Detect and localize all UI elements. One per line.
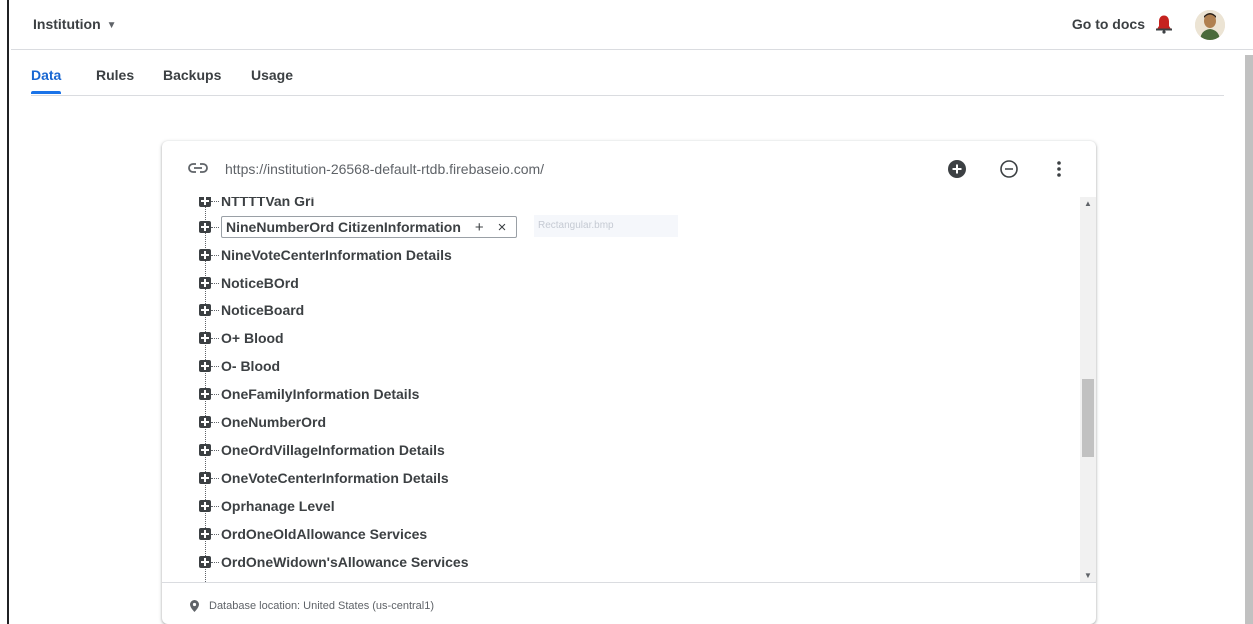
expand-icon[interactable] (199, 249, 211, 261)
tree-node[interactable]: O+ Blood (199, 328, 284, 348)
add-child-button[interactable]: + (475, 219, 484, 236)
user-photo-icon (1195, 10, 1225, 40)
tree-connector (211, 561, 219, 563)
scroll-up-arrow-icon[interactable]: ▲ (1084, 199, 1092, 208)
node-key[interactable]: NineVoteCenterInformation Details (221, 247, 452, 263)
tree-node[interactable]: NineVoteCenterInformation Details (199, 245, 452, 265)
database-card: https://institution-26568-default-rtdb.f… (162, 141, 1096, 624)
expand-icon[interactable] (199, 197, 211, 207)
expand-icon[interactable] (199, 472, 211, 484)
tree-connector (211, 282, 219, 284)
node-key[interactable]: OrdOneWidown'sAllowance Services (221, 554, 469, 570)
tree-node[interactable]: NTTTTVan Gri (199, 197, 314, 211)
top-app-bar: Institution ▼ Go to docs (11, 0, 1253, 50)
database-location: Database location: United States (us-cen… (209, 600, 435, 612)
tree-node[interactable]: OneNumberOrd (199, 412, 326, 432)
tree-node[interactable]: OrdOneOldAllowance Services (199, 524, 427, 544)
node-key[interactable]: OneNumberOrd (221, 414, 326, 430)
tree-node[interactable]: OneFamilyInformation Details (199, 384, 419, 404)
window-left-edge (0, 0, 9, 624)
node-key[interactable]: NoticeBOrd (221, 275, 299, 291)
node-key[interactable]: OneVoteCenterInformation Details (221, 470, 449, 486)
scrollbar-thumb[interactable] (1082, 379, 1094, 457)
project-selector[interactable]: Institution ▼ (33, 16, 117, 32)
node-key[interactable]: Oprhanage Level (221, 498, 335, 514)
tree-node[interactable]: OneVoteCenterInformation Details (199, 468, 449, 488)
tab-data[interactable]: Data (31, 67, 62, 94)
node-key[interactable]: NineNumberOrd CitizenInformation (226, 219, 461, 235)
tree-connector (211, 533, 219, 535)
tree-connector (211, 226, 219, 228)
ghost-value-field: Rectangular.bmp (534, 215, 678, 237)
delete-node-button[interactable]: × (498, 219, 507, 236)
expand-icon[interactable] (199, 221, 211, 233)
expand-icon[interactable] (199, 304, 211, 316)
node-key[interactable]: OrdOneOldAllowance Services (221, 526, 427, 542)
node-key-editor[interactable]: NineNumberOrd CitizenInformation + × (221, 216, 518, 238)
tree-node[interactable]: O- Blood (199, 356, 280, 376)
expand-icon[interactable] (199, 388, 211, 400)
tree-connector (211, 337, 219, 339)
go-to-docs-link[interactable]: Go to docs (1072, 16, 1145, 32)
tab-backups[interactable]: Backups (163, 67, 221, 93)
expand-icon[interactable] (199, 444, 211, 456)
node-key[interactable]: OneFamilyInformation Details (221, 386, 419, 402)
tree-connector (211, 309, 219, 311)
add-circle-icon[interactable] (946, 158, 968, 180)
expand-icon[interactable] (199, 332, 211, 344)
tree-connector (211, 505, 219, 507)
tree-node[interactable]: NoticeBOrd (199, 273, 299, 293)
tree-node-editing[interactable]: NineNumberOrd CitizenInformation + × (199, 216, 518, 238)
tree-node[interactable]: Oprhanage Level (199, 496, 335, 516)
tree-scrollbar[interactable]: ▲ ▼ (1080, 197, 1096, 582)
tree-node[interactable]: OrdOneWidown'sAllowance Services (199, 552, 469, 572)
expand-icon[interactable] (199, 277, 211, 289)
tab-rules[interactable]: Rules (96, 67, 134, 93)
page-scrollbar[interactable] (1245, 55, 1253, 624)
expand-icon[interactable] (199, 416, 211, 428)
data-tree: NTTTTVan Gri NineNumberOrd CitizenInform… (162, 197, 1096, 582)
tab-bar: Data Rules Backups Usage (31, 50, 1224, 96)
location-pin-icon (190, 600, 199, 612)
tree-connector (211, 477, 219, 479)
tree-connector (211, 421, 219, 423)
tree-connector (211, 365, 219, 367)
expand-icon[interactable] (199, 528, 211, 540)
tree-node[interactable]: NoticeBoard (199, 300, 304, 320)
scroll-down-arrow-icon[interactable]: ▼ (1084, 571, 1092, 580)
link-icon (188, 163, 208, 173)
node-key[interactable]: OneOrdVillageInformation Details (221, 442, 445, 458)
more-vert-icon[interactable] (1048, 158, 1070, 180)
node-key[interactable]: O- Blood (221, 358, 280, 374)
database-url[interactable]: https://institution-26568-default-rtdb.f… (225, 161, 544, 177)
tree-connector (211, 254, 219, 256)
database-card-footer: Database location: United States (us-cen… (162, 582, 1096, 624)
expand-icon[interactable] (199, 500, 211, 512)
tree-node[interactable]: OneOrdVillageInformation Details (199, 440, 445, 460)
caret-down-icon: ▼ (106, 19, 117, 31)
tab-usage[interactable]: Usage (251, 67, 293, 93)
remove-circle-icon[interactable] (998, 158, 1020, 180)
tree-connector (211, 449, 219, 451)
project-name: Institution (33, 16, 101, 32)
avatar[interactable] (1195, 10, 1225, 40)
node-key[interactable]: NoticeBoard (221, 302, 304, 318)
tree-connector (211, 200, 219, 202)
node-key[interactable]: O+ Blood (221, 330, 284, 346)
tree-connector (211, 393, 219, 395)
bell-icon[interactable] (1155, 14, 1173, 34)
expand-icon[interactable] (199, 556, 211, 568)
expand-icon[interactable] (199, 360, 211, 372)
database-card-header: https://institution-26568-default-rtdb.f… (162, 141, 1096, 197)
node-key[interactable]: NTTTTVan Gri (221, 197, 314, 209)
